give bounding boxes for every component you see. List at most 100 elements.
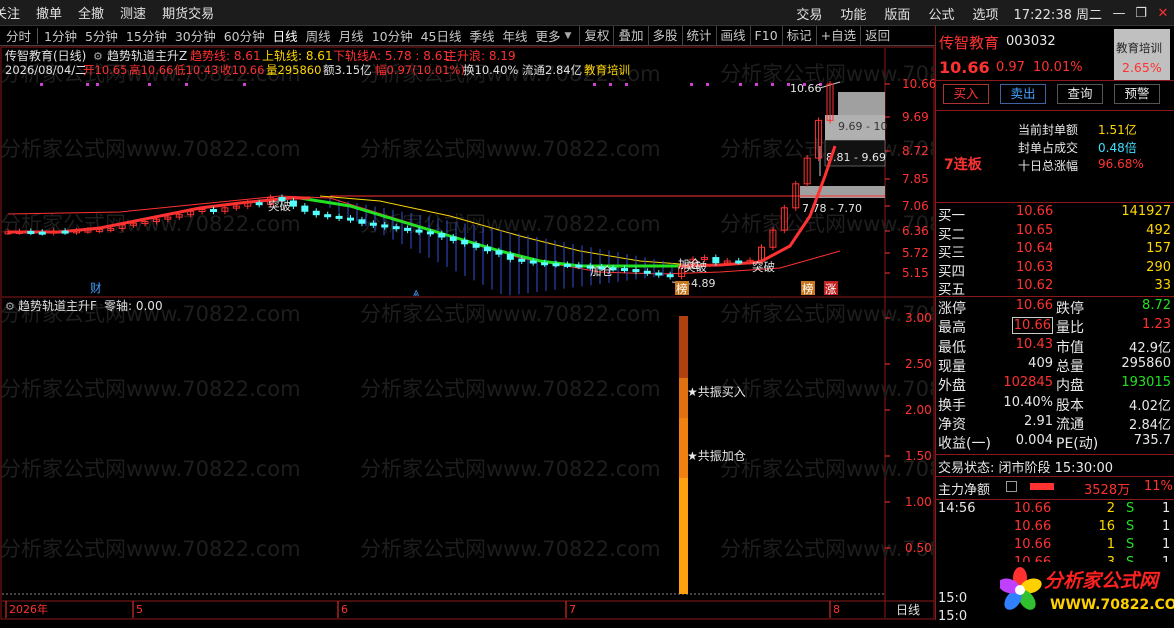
- time-tick-label: 5: [136, 603, 143, 616]
- candle-body: [621, 268, 628, 272]
- triangle-icon[interactable]: ⩓: [413, 286, 420, 299]
- tf-year[interactable]: 年线: [499, 26, 532, 45]
- tf-45d[interactable]: 45日线: [417, 26, 466, 45]
- watermark: 分析家公式网www.70822.com: [360, 137, 661, 161]
- close-icon[interactable]: ✕: [1152, 6, 1174, 21]
- watermark: 分析家公式网www.70822.com: [720, 377, 935, 401]
- watermark: 分析家公式网www.70822.com: [360, 457, 661, 481]
- tick-price: 10.66: [1014, 537, 1052, 552]
- limit-up-marker[interactable]: 涨: [825, 282, 837, 296]
- candle-body: [655, 272, 663, 276]
- menu-formula[interactable]: 公式: [919, 4, 963, 23]
- candle-body: [643, 270, 651, 274]
- bar-high: 高10.66: [129, 63, 173, 77]
- concept-badge[interactable]: 教育培训: [1116, 40, 1162, 56]
- tf-60m[interactable]: 60分钟: [220, 26, 269, 45]
- bid-row[interactable]: 买五 10.62 33: [936, 278, 1174, 298]
- add-favorite-button[interactable]: +自选: [815, 25, 860, 46]
- watermark: 分析家公式网www.70822.com: [720, 457, 935, 481]
- time-tick-label: 8: [833, 603, 840, 616]
- menu-speed-test[interactable]: 测速: [112, 3, 154, 22]
- tf-30m[interactable]: 30分钟: [171, 26, 220, 45]
- concept-tag[interactable]: 教育培训: [584, 63, 630, 77]
- stats-button[interactable]: 统计: [681, 25, 716, 46]
- bar-open: 开10.65: [83, 63, 127, 77]
- menu-cancel-order[interactable]: 撤单: [28, 3, 70, 22]
- candle-body: [210, 209, 217, 213]
- list-marker[interactable]: 榜: [676, 282, 688, 296]
- candle-body: [712, 257, 720, 264]
- stat-label: 外盘: [938, 378, 966, 395]
- sell-button[interactable]: 卖出: [1000, 84, 1046, 104]
- tf-15m[interactable]: 15分钟: [122, 26, 171, 45]
- query-button[interactable]: 查询: [1057, 84, 1103, 104]
- bid-row[interactable]: 买二 10.65 492: [936, 223, 1174, 243]
- minimize-icon[interactable]: —: [1108, 6, 1130, 21]
- chevron-down-icon[interactable]: ▼: [565, 31, 572, 41]
- add-position-label: 加仓: [678, 257, 701, 271]
- period-tab[interactable]: 日线: [896, 603, 920, 617]
- sub-tick-label: 3.00: [905, 311, 932, 325]
- stat-label: 内盘: [1056, 378, 1084, 395]
- tf-1m[interactable]: 1分钟: [40, 26, 81, 45]
- resonance-add-label: ★共振加仓: [687, 449, 746, 463]
- bar-segment: [679, 316, 688, 378]
- indicator-name[interactable]: 趋势轨道主升Z: [107, 49, 187, 63]
- price-tick-label: 6.36: [902, 224, 929, 238]
- bid-row[interactable]: 买三 10.64 157: [936, 241, 1174, 261]
- tf-more[interactable]: 更多: [532, 26, 565, 45]
- price-label: 8.81 - 9.69: [826, 151, 886, 164]
- stat-label: 净资: [938, 416, 966, 433]
- stat-row: 收益(一) 0.004 PE(动) 735.7: [936, 433, 1174, 452]
- stat-value: 102845: [1003, 375, 1053, 391]
- menu-layout[interactable]: 版面: [875, 4, 919, 23]
- buy-button[interactable]: 买入: [943, 84, 989, 104]
- candle-body: [518, 258, 526, 262]
- candle-body: [289, 200, 297, 207]
- sub-indicator-name[interactable]: 趋势轨道主升F: [18, 299, 97, 313]
- list-marker[interactable]: 榜: [802, 282, 814, 296]
- tf-5m[interactable]: 5分钟: [81, 26, 122, 45]
- tf-monthly[interactable]: 月线: [335, 26, 368, 45]
- bar-amplitude: 幅0.97(10.01%): [375, 63, 465, 77]
- multi-stock-button[interactable]: 多股: [647, 25, 682, 46]
- finance-marker[interactable]: 财: [90, 281, 102, 295]
- watermark: 分析家公式网www.70822.com: [360, 377, 661, 401]
- menu-trade[interactable]: 交易: [787, 4, 831, 23]
- candle-body: [347, 217, 354, 221]
- back-button[interactable]: 返回: [860, 25, 894, 46]
- candle-body: [392, 226, 400, 230]
- badge-pct: 2.65%: [1122, 60, 1162, 75]
- f10-button[interactable]: F10: [749, 25, 782, 46]
- tf-weekly[interactable]: 周线: [302, 26, 335, 45]
- kline-chart[interactable]: 分析家公式网www.70822.com 分析家公式网www.70822.com …: [0, 46, 935, 620]
- tf-quarter[interactable]: 季线: [466, 26, 499, 45]
- bid-row[interactable]: 买一 10.66 141927: [936, 204, 1174, 224]
- mark-button[interactable]: 标记: [781, 25, 816, 46]
- menu-cancel-all[interactable]: 全撤: [70, 3, 112, 22]
- alert-button[interactable]: 预警: [1114, 84, 1160, 104]
- tf-minute[interactable]: 分时: [2, 26, 35, 45]
- bid-row[interactable]: 买四 10.63 290: [936, 260, 1174, 280]
- stat-value: 735.7: [1133, 433, 1171, 449]
- stock-code: 003032: [1006, 34, 1056, 49]
- menu-futures[interactable]: 期货交易: [154, 3, 222, 22]
- overlay-button[interactable]: 叠加: [613, 25, 647, 46]
- menu-follow[interactable]: 关注: [0, 3, 28, 22]
- stat-label: 量比: [1056, 320, 1084, 337]
- stat-label: PE(动): [1056, 436, 1099, 453]
- gear-icon[interactable]: ⚙: [5, 300, 15, 313]
- main-wave-value: 主升浪: 8.19: [445, 48, 516, 63]
- menu-function[interactable]: 功能: [831, 4, 875, 23]
- list-icon[interactable]: [1006, 481, 1017, 492]
- seal-value: 1.51亿: [1098, 123, 1137, 137]
- candle-body: [461, 239, 469, 245]
- bid-label: 买五: [938, 282, 965, 298]
- restore-icon[interactable]: ❐: [1130, 6, 1152, 21]
- tf-10m[interactable]: 10分钟: [368, 26, 417, 45]
- gear-icon[interactable]: ⚙: [93, 50, 103, 63]
- adjust-button[interactable]: 复权: [579, 25, 613, 46]
- tf-daily[interactable]: 日线: [269, 26, 302, 45]
- menu-options[interactable]: 选项: [963, 4, 1007, 23]
- draw-button[interactable]: 画线: [715, 25, 750, 46]
